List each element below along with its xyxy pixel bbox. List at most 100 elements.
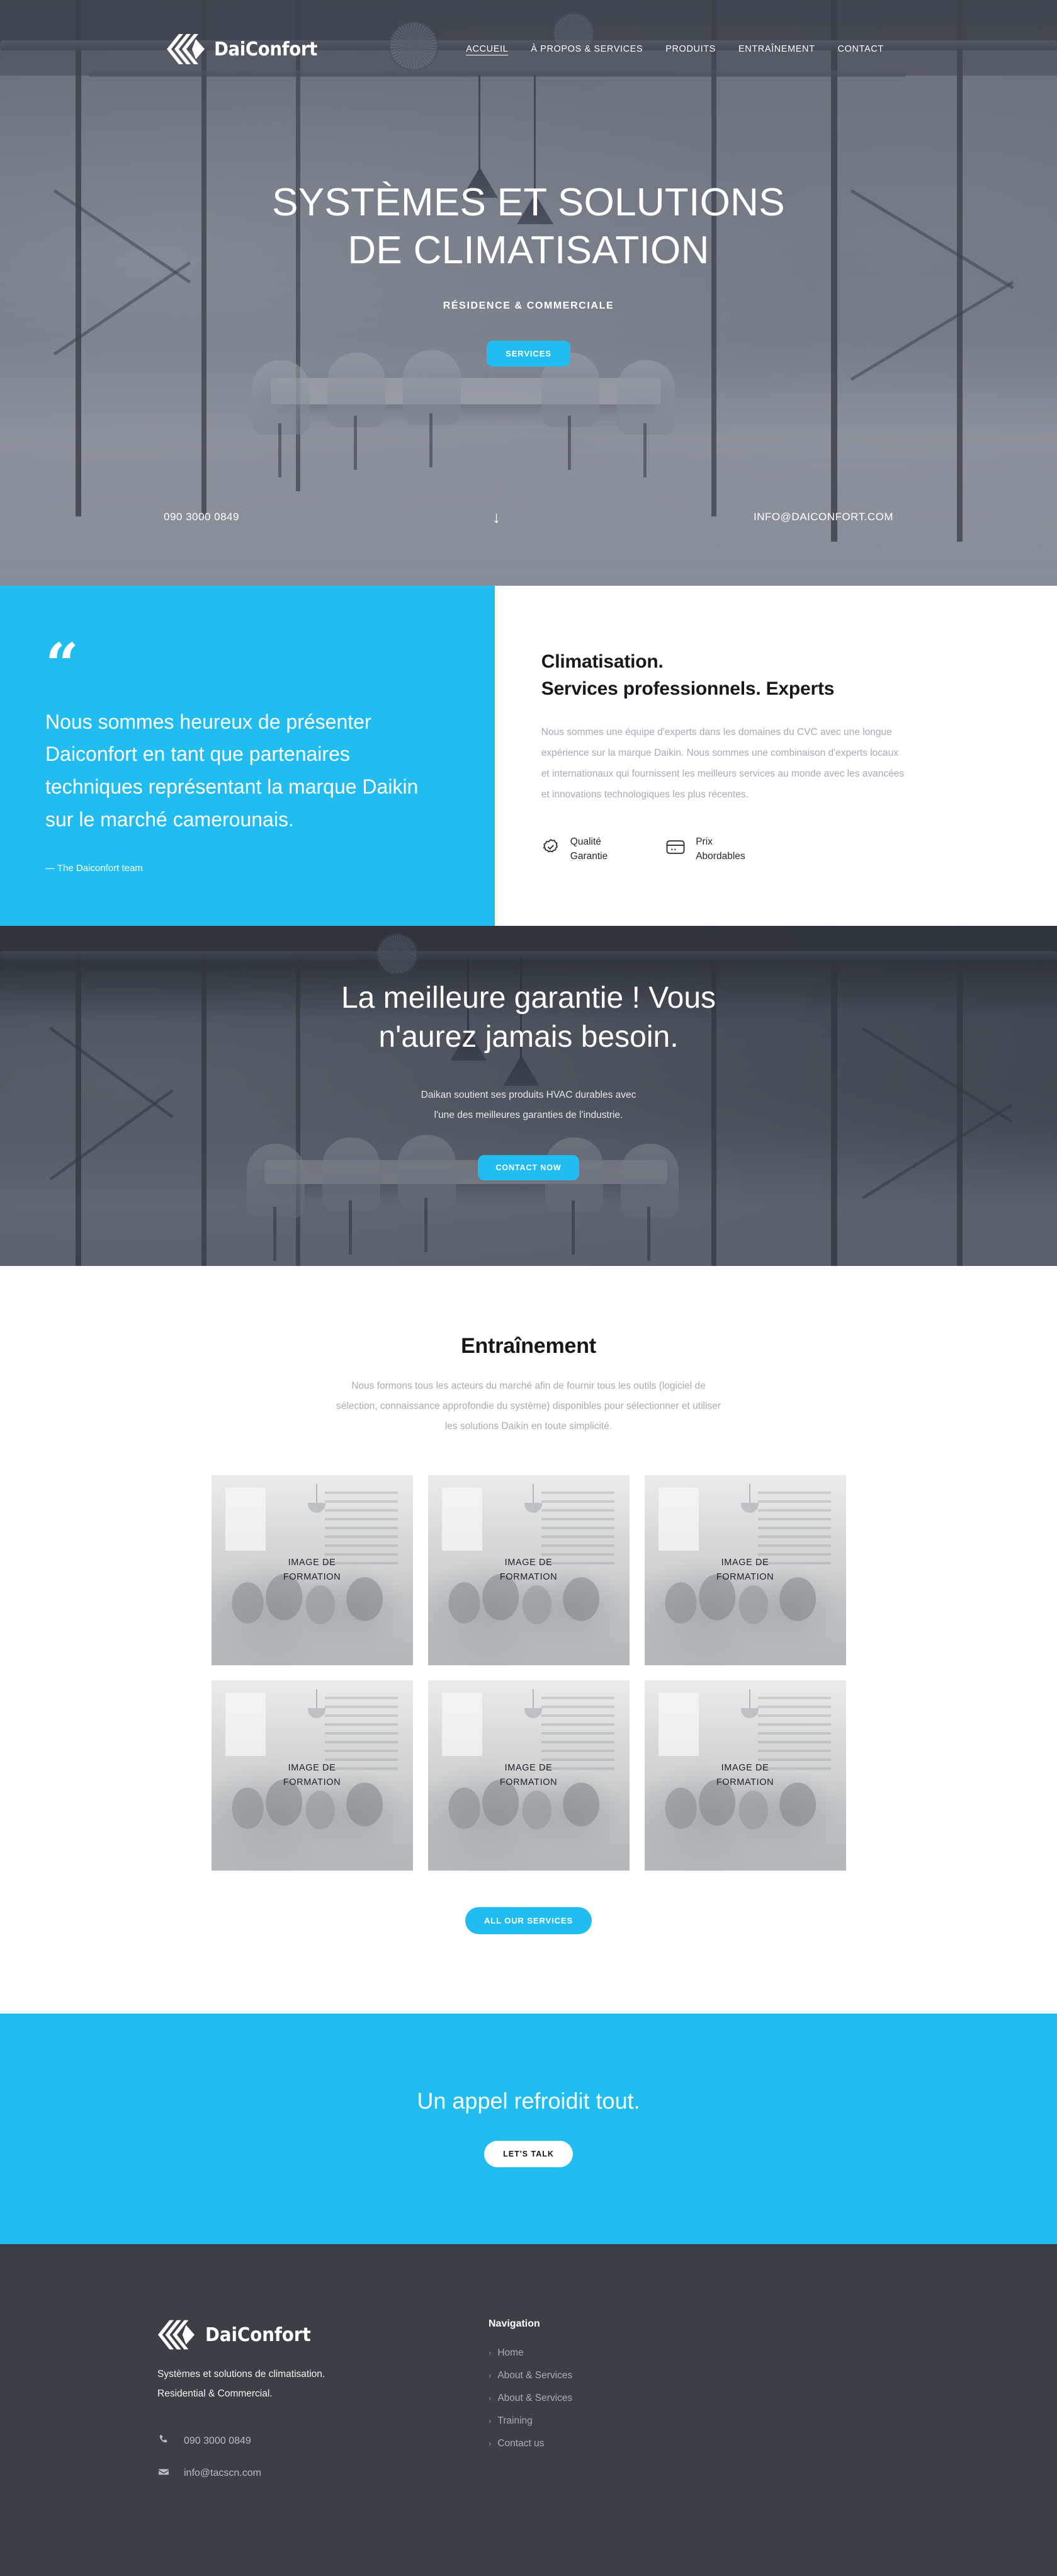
nav-item-contact[interactable]: CONTACT [838,44,884,54]
quote-author: — The Daiconfort team [45,862,143,874]
hero-content: SYSTÈMES ET SOLUTIONS DE CLIMATISATION R… [0,66,1057,367]
chevron-right-icon: › [489,2348,492,2358]
nav-item-accueil[interactable]: ACCUEIL [466,44,508,54]
credit-card-icon [665,838,686,860]
training-card-caption: IMAGE DE FORMATION [645,1680,846,1871]
services-button[interactable]: SERVICES [487,341,570,367]
training-card-caption-line-1: IMAGE DE [504,1557,553,1568]
training-card-caption: IMAGE DE FORMATION [212,1680,413,1871]
training-card[interactable]: IMAGE DE FORMATION [427,1680,630,1871]
training-card[interactable]: IMAGE DE FORMATION [427,1475,630,1666]
guarantee-content: La meilleure garantie ! Vous n'aurez jam… [0,926,1057,1180]
training-card[interactable]: IMAGE DE FORMATION [211,1475,413,1666]
about-panel: Climatisation. Services professionnels. … [494,586,1057,926]
feature-price-line-1: Prix [696,836,713,847]
training-card-caption-line-1: IMAGE DE [721,1557,769,1568]
footer-nav-item-label: Contact us [497,2438,545,2449]
training-card-caption-line-2: FORMATION [716,1572,774,1583]
training-card-caption-line-2: FORMATION [499,1572,558,1583]
quote-text: Nous sommes heureux de présenter Daiconf… [45,710,419,831]
hero-phone[interactable]: 090 3000 0849 [164,511,239,523]
hero-title-line-2: DE CLIMATISATION [348,228,709,272]
cta-band-section: Un appel refroidit tout. LET'S TALK [0,2014,1057,2245]
site-footer: DaiConfort Systèmes et solutions de clim… [0,2244,1057,2576]
footer-email: info@tacscn.com [184,2468,261,2479]
training-title: Entraînement [461,1334,596,1358]
guarantee-title: La meilleure garantie ! Vous n'aurez jam… [246,979,812,1057]
footer-nav-title: Navigation [489,2318,540,2330]
footer-nav-item-home[interactable]: › Home [489,2347,572,2359]
feature-quality-guarantee: Qualité Garantie [541,835,608,864]
footer-contact-list: 090 3000 0849 info@tacscn.com [157,2434,460,2482]
phone-icon [157,2434,170,2449]
footer-navigation-column: Navigation › Home › About & Services › Abou… [489,2318,572,2481]
footer-nav-item-training[interactable]: › Training [489,2415,572,2427]
footer-nav-item-label: About & Services [497,2370,573,2381]
footer-phone: 090 3000 0849 [184,2436,251,2447]
footer-brand[interactable]: DaiConfort [157,2318,460,2351]
brand-logo[interactable]: DaiConfort [166,33,326,66]
hero-email[interactable]: INFO@DAICONFORT.COM [754,511,893,523]
training-card-caption-line-2: FORMATION [283,1572,341,1583]
training-card-caption: IMAGE DE FORMATION [645,1475,846,1665]
footer-description: Systèmes et solutions de climatisation. … [157,2369,325,2399]
footer-nav-item-label: Home [497,2347,524,2359]
footer-email-row[interactable]: info@tacscn.com [157,2466,460,2482]
envelope-icon [157,2466,170,2482]
feature-affordable-price: Prix Abordables [665,835,745,864]
training-card-caption-line-2: FORMATION [283,1777,341,1788]
guarantee-paragraph: Daikan soutient ses produits HVAC durabl… [353,1085,705,1126]
guarantee-title-line-2: n'aurez jamais besoin. [378,1020,679,1054]
nav-item-produits[interactable]: PRODUITS [665,44,716,54]
training-card-grid: IMAGE DE FORMATION IMAGE DE FORMATION IMAG… [0,1475,1057,1871]
hero-section: DaiConfort ACCUEIL À PROPOS & SERVICES P… [0,0,1057,586]
training-card-caption: IMAGE DE FORMATION [428,1475,630,1665]
feature-quality-line-1: Qualité [570,836,601,847]
about-features: Qualité Garantie Prix Abordables [541,835,1003,864]
training-section: Entraînement Nous formons tous les acteu… [0,1266,1057,2014]
guarantee-section: La meilleure garantie ! Vous n'aurez jam… [0,926,1057,1266]
feature-quality-label: Qualité Garantie [570,835,608,864]
training-card[interactable]: IMAGE DE FORMATION [644,1475,846,1666]
nav-item-entrainement[interactable]: ENTRAÎNEMENT [738,44,815,54]
training-card-caption-line-1: IMAGE DE [288,1762,336,1773]
training-card-caption: IMAGE DE FORMATION [428,1680,630,1871]
about-heading: Climatisation. Services professionnels. … [541,649,1003,702]
lets-talk-button[interactable]: LET'S TALK [484,2141,573,2168]
feature-price-line-2: Abordables [696,850,745,862]
main-nav: ACCUEIL À PROPOS & SERVICES PRODUITS ENT… [466,44,884,54]
all-our-services-button[interactable]: ALL OUR SERVICES [465,1907,592,1935]
quote-about-section: “ Nous sommes heureux de présenter Daico… [0,586,1057,926]
chevron-right-icon: › [489,2393,492,2403]
site-header: DaiConfort ACCUEIL À PROPOS & SERVICES P… [0,0,1057,66]
training-card-caption-line-1: IMAGE DE [721,1762,769,1773]
training-paragraph: Nous formons tous les acteurs du marché … [336,1381,721,1432]
cta-band-title: Un appel refroidit tout. [417,2088,640,2114]
daiconfort-chevron-logo-icon [157,2318,195,2351]
about-paragraph: Nous sommes une équipe d'experts dans le… [541,727,905,800]
training-card[interactable]: IMAGE DE FORMATION [211,1680,413,1871]
training-card[interactable]: IMAGE DE FORMATION [644,1680,846,1871]
footer-nav-item-about-services-1[interactable]: › About & Services [489,2370,572,2381]
hero-title: SYSTÈMES ET SOLUTIONS DE CLIMATISATION [0,179,1057,274]
guarantee-title-line-1: La meilleure garantie ! Vous [341,981,716,1015]
daiconfort-chevron-logo-icon [166,33,205,66]
hero-subtitle: RÉSIDENCE & COMMERCIALE [443,300,614,312]
footer-nav-item-about-services-2[interactable]: › About & Services [489,2393,572,2404]
chevron-right-icon: › [489,2371,492,2381]
quote-panel: “ Nous sommes heureux de présenter Daico… [0,586,495,926]
footer-phone-row[interactable]: 090 3000 0849 [157,2434,460,2449]
guarantee-paragraph-line-2: l'une des meilleures garanties de l'indu… [434,1110,623,1121]
feature-price-label: Prix Abordables [696,835,745,864]
training-card-caption-line-2: FORMATION [499,1777,558,1788]
training-card-caption-line-1: IMAGE DE [288,1557,336,1568]
hero-title-line-1: SYSTÈMES ET SOLUTIONS [272,181,785,224]
arrow-down-icon[interactable]: ↓ [239,509,754,525]
nav-item-a-propos-services[interactable]: À PROPOS & SERVICES [531,44,643,54]
footer-brand-column: DaiConfort Systèmes et solutions de clim… [157,2318,460,2481]
contact-now-button[interactable]: CONTACT NOW [478,1154,579,1180]
training-card-caption: IMAGE DE FORMATION [212,1475,413,1665]
training-card-caption-line-2: FORMATION [716,1777,774,1788]
footer-nav-item-label: About & Services [497,2393,573,2404]
brand-name: DaiConfort [214,38,317,60]
